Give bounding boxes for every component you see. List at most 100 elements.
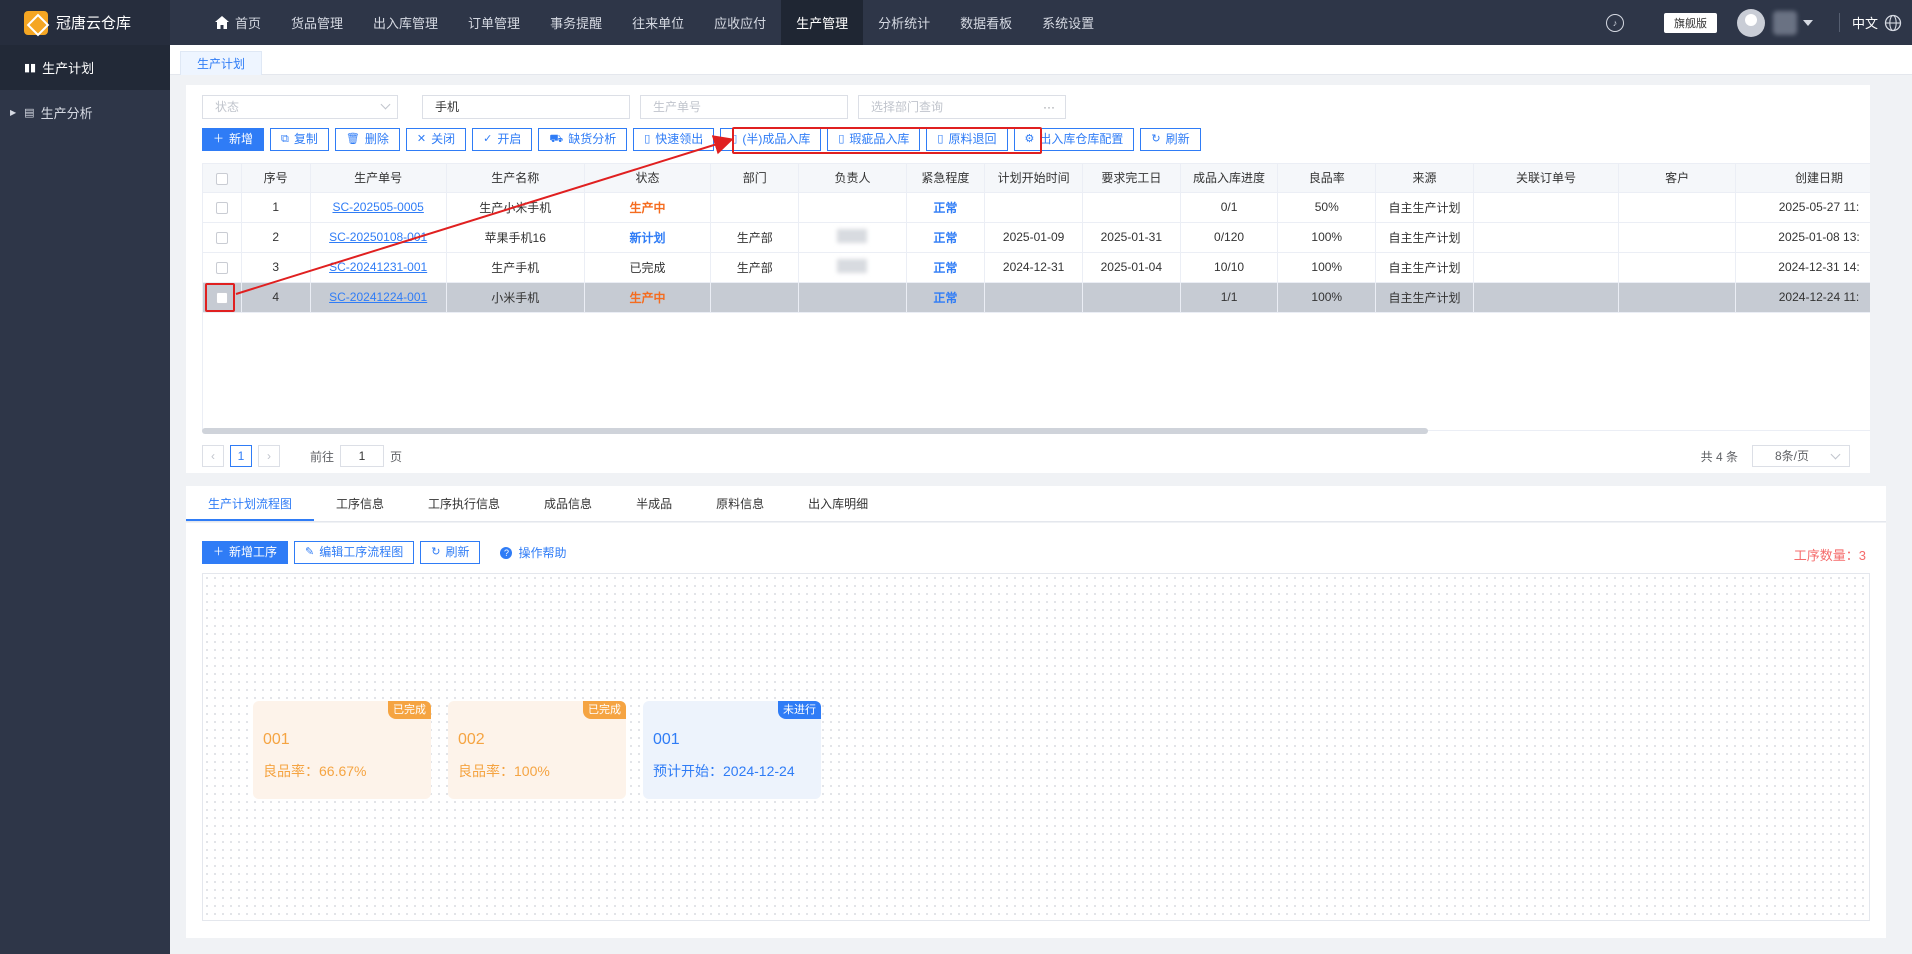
- row-checkbox[interactable]: [203, 252, 242, 283]
- close-button[interactable]: ✕ 关闭: [405, 128, 467, 151]
- cell-urgency: 正常: [906, 222, 986, 253]
- goto-page-input[interactable]: 1: [340, 445, 385, 467]
- process-desc: 预计开始：2024-12-24: [653, 763, 795, 779]
- tab-product-info[interactable]: 成品信息: [522, 486, 614, 521]
- nav-home-label: 首页: [235, 16, 262, 31]
- cell-progress: 0/120: [1180, 222, 1279, 253]
- table-row[interactable]: 1 SC-202505-0005 生产小米手机 生产中 正常 0/1 50% 自主生产计划 20…: [203, 192, 1870, 223]
- help-circle-icon[interactable]: ♪: [1605, 13, 1624, 32]
- table-row[interactable]: 2 SC-20250108-001 苹果手机16 新计划 生产部 正常 2025-01-09…: [203, 222, 1870, 253]
- horizontal-scrollbar[interactable]: [202, 428, 1428, 434]
- tab-process-exec[interactable]: 工序执行信息: [406, 486, 522, 521]
- plus-icon: ＋: [213, 133, 224, 145]
- refresh-button[interactable]: ↻ 刷新: [1140, 128, 1201, 151]
- name-input[interactable]: 手机: [422, 95, 630, 119]
- language-label[interactable]: 中文: [1838, 13, 1878, 32]
- user-name-blurred[interactable]: [1772, 10, 1797, 35]
- cell-start: [984, 192, 1083, 223]
- status-badge: 已完成: [583, 701, 626, 719]
- status-select[interactable]: 状态: [202, 95, 398, 119]
- top-right: ♪ 旗舰版 中文: [1605, 0, 1912, 45]
- open-button[interactable]: ✓ 开启: [472, 128, 533, 151]
- cell-no: 2: [241, 222, 311, 253]
- add-button[interactable]: ＋ 新增: [202, 128, 265, 151]
- document-icon: ▤: [24, 107, 35, 119]
- sidebar-item-analysis[interactable]: ▶ ▤ 生产分析: [0, 90, 170, 135]
- row-checkbox[interactable]: [203, 192, 242, 223]
- tab-flowchart[interactable]: 生产计划流程图: [186, 486, 315, 521]
- sidebar-item-label: 生产分析: [40, 106, 93, 121]
- nav-reminders[interactable]: 事务提醒: [535, 0, 617, 45]
- nav-goods[interactable]: 货品管理: [276, 0, 358, 45]
- sidebar-item-label: 生产计划: [42, 61, 95, 76]
- cell-owner: [798, 252, 907, 283]
- delete-button[interactable]: 🗑 删除: [334, 128, 400, 151]
- cell-created: 2025-01-08 13:: [1735, 222, 1870, 253]
- add-process-button[interactable]: ＋ 新增工序: [202, 541, 289, 564]
- avatar[interactable]: [1736, 8, 1765, 37]
- nav-settings[interactable]: 系统设置: [1027, 0, 1109, 45]
- nav-analytics[interactable]: 分析统计: [863, 0, 945, 45]
- pagination: ‹ 1 › 前往 1 页 共 4 条 8条/页: [202, 441, 1870, 471]
- nav-partners[interactable]: 往来单位: [617, 0, 699, 45]
- tab-process-info[interactable]: 工序信息: [314, 486, 406, 521]
- chevron-down-icon[interactable]: [1802, 19, 1813, 26]
- copy-button[interactable]: ⧉ 复制: [270, 128, 329, 151]
- process-card[interactable]: 未进行 001 预计开始：2024-12-24: [643, 701, 821, 799]
- select-all-checkbox[interactable]: [203, 164, 242, 193]
- page-number[interactable]: 1: [230, 445, 252, 467]
- globe-icon[interactable]: [1884, 14, 1902, 32]
- nav-home[interactable]: 首页: [200, 0, 276, 45]
- tab-material-info[interactable]: 原料信息: [694, 486, 786, 521]
- tab-inout-detail[interactable]: 出入库明细: [786, 486, 890, 521]
- sidebar-item-plan[interactable]: ▮▮ 生产计划: [0, 45, 170, 90]
- owner-blurred: [837, 228, 868, 243]
- cell-order-link[interactable]: SC-202505-0005: [310, 192, 447, 223]
- table-header: 序号 生产单号 生产名称 状态 部门 负责人 紧急程度 计划开始时间 要求完工日…: [203, 164, 1870, 193]
- edit-flow-label: 编辑工序流程图: [319, 545, 404, 559]
- process-card[interactable]: 已完成 001 良品率：66.67%: [253, 701, 431, 799]
- prev-page-button[interactable]: ‹: [202, 445, 224, 467]
- help-link[interactable]: ? 操作帮助: [500, 544, 567, 561]
- goto-page: 前往 1 页: [310, 445, 402, 467]
- flow-panel: ＋ 新增工序 ✎ 编辑工序流程图 ↻ 刷新 ? 操作帮助 工序数量：3 已完成 001 …: [186, 523, 1886, 938]
- process-card[interactable]: 已完成 002 良品率：100%: [448, 701, 626, 799]
- cell-status: 已完成: [584, 252, 712, 283]
- plus-icon: ＋: [213, 546, 224, 558]
- order-no-input[interactable]: 生产单号: [640, 95, 848, 119]
- nav-production[interactable]: 生产管理: [781, 0, 864, 45]
- refresh-icon: ↻: [1151, 133, 1161, 145]
- col-header: 生产名称: [446, 164, 585, 193]
- tab-semi-product[interactable]: 半成品: [614, 486, 694, 521]
- nav-inout[interactable]: 出入库管理: [358, 0, 453, 45]
- col-header: 创建日期: [1735, 164, 1870, 193]
- row-checkbox[interactable]: [203, 222, 242, 253]
- edit-flow-button[interactable]: ✎ 编辑工序流程图: [294, 541, 415, 564]
- cell-due: [1082, 282, 1181, 313]
- flow-canvas[interactable]: 已完成 001 良品率：66.67% 已完成 002 良品率：100% 未进行 …: [202, 573, 1870, 921]
- dept-select[interactable]: 选择部门查询 ···: [858, 95, 1066, 119]
- cell-order-link[interactable]: SC-20241224-001: [310, 282, 447, 313]
- nav-dashboard[interactable]: 数据看板: [945, 0, 1027, 45]
- cell-order-link[interactable]: SC-20241231-001: [310, 252, 447, 283]
- flow-toolbar: ＋ 新增工序 ✎ 编辑工序流程图 ↻ 刷新 ? 操作帮助: [202, 541, 567, 564]
- home-icon: [215, 16, 229, 29]
- tab-production-plan[interactable]: 生产计划: [180, 51, 263, 75]
- table-row[interactable]: 4 SC-20241224-001 小米手机 生产中 正常 1/1 100% 自主生产计划 20…: [203, 282, 1870, 313]
- nav-orders[interactable]: 订单管理: [453, 0, 535, 45]
- logo[interactable]: 冠唐云仓库: [0, 0, 170, 45]
- flow-refresh-button[interactable]: ↻ 刷新: [420, 541, 481, 564]
- shortage-analysis-button[interactable]: ⛟ 缺货分析: [538, 128, 628, 151]
- cell-owner: [798, 192, 907, 223]
- cell-customer: [1618, 222, 1737, 253]
- quick-pick-button[interactable]: ▯ 快速领出: [633, 128, 715, 151]
- app-name: 冠唐云仓库: [56, 15, 132, 32]
- caret-right-icon: ▶: [10, 108, 17, 117]
- process-code: 002: [458, 731, 485, 748]
- table-row[interactable]: 3 SC-20241231-001 生产手机 已完成 生产部 正常 2024-12-31 20…: [203, 252, 1870, 283]
- next-page-button[interactable]: ›: [258, 445, 280, 467]
- cell-order-link[interactable]: SC-20250108-001: [310, 222, 447, 253]
- col-header: 紧急程度: [906, 164, 986, 193]
- nav-finance[interactable]: 应收应付: [699, 0, 781, 45]
- page-size-select[interactable]: 8条/页: [1752, 445, 1850, 467]
